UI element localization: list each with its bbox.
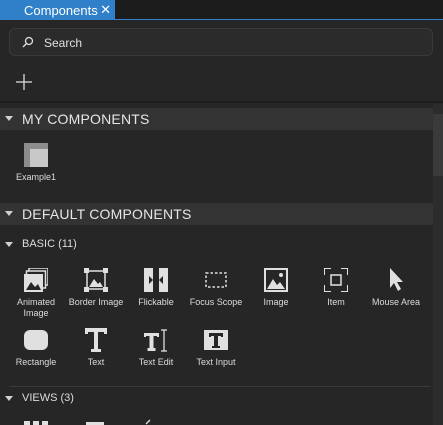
flickable-icon [144,268,168,292]
scrollbar-thumb[interactable] [433,114,443,176]
collapse-arrow-icon[interactable] [5,242,13,247]
search-input[interactable] [42,32,426,54]
component-label: Text [87,357,105,367]
category-basic[interactable]: BASIC (11) [0,236,433,254]
section-my-components[interactable]: MY COMPONENTS [0,108,433,130]
collapse-arrow-icon[interactable] [5,116,13,121]
component-label: Text Edit [138,357,174,367]
section-label: MY COMPONENTS [22,111,150,127]
component-text[interactable]: Text [66,328,126,378]
component-label: Mouse Area [371,297,421,307]
grid-view-icon [86,422,104,425]
add-icon[interactable] [14,72,34,92]
component-mouse-area[interactable]: Mouse Area [366,268,426,318]
component-label: Animated Image [16,297,56,318]
category-views[interactable]: VIEWS (3) [0,390,433,408]
component-text-input[interactable]: Text Input [186,328,246,378]
text-input-icon [204,330,228,350]
search-icon [22,36,34,48]
border-image-icon [84,268,108,292]
component-focus-scope[interactable]: Focus Scope [186,268,246,318]
tab-bar: Components ✕ [0,0,443,20]
scrollbar[interactable] [433,104,443,425]
close-icon[interactable]: ✕ [100,2,111,18]
component-label: Focus Scope [189,297,243,307]
component-example1[interactable]: Example1 [6,143,66,193]
path-view-icon [145,419,151,425]
category-label: BASIC (11) [22,238,77,250]
item-icon [324,268,348,292]
component-label: Border Image [68,297,124,307]
collapse-arrow-icon[interactable] [5,396,13,401]
animated-image-icon [24,268,48,292]
section-label: DEFAULT COMPONENTS [22,206,192,222]
search-box [9,28,433,56]
tab-components[interactable]: Components ✕ [0,0,115,20]
divider [10,386,430,387]
component-image[interactable]: Image [246,268,306,318]
component-label: Flickable [138,297,174,307]
text-icon [85,328,107,352]
component-text-edit[interactable]: Text Edit [126,328,186,378]
component-label: Text Input [196,357,236,367]
component-border-image[interactable]: Border Image [66,268,126,318]
tab-title: Components [24,2,98,18]
focus-scope-icon [205,272,227,288]
component-rectangle[interactable]: Rectangle [6,328,66,378]
rectangle-icon [24,330,48,350]
component-label: Image [263,297,289,307]
component-flickable[interactable]: Flickable [126,268,186,318]
component-label: Rectangle [15,357,57,367]
text-edit-icon [144,329,167,352]
list-view-icon [24,421,48,425]
component-icon [24,143,48,167]
component-label: Example1 [15,172,57,182]
mouse-area-icon [390,268,403,291]
collapse-arrow-icon[interactable] [5,211,13,216]
component-animated-image[interactable]: Animated Image [6,268,66,318]
component-item[interactable]: Item [306,268,366,318]
category-label: VIEWS (3) [22,392,74,404]
image-icon [264,268,288,292]
divider [0,101,443,103]
section-default-components[interactable]: DEFAULT COMPONENTS [0,203,433,225]
component-label: Item [327,297,345,307]
